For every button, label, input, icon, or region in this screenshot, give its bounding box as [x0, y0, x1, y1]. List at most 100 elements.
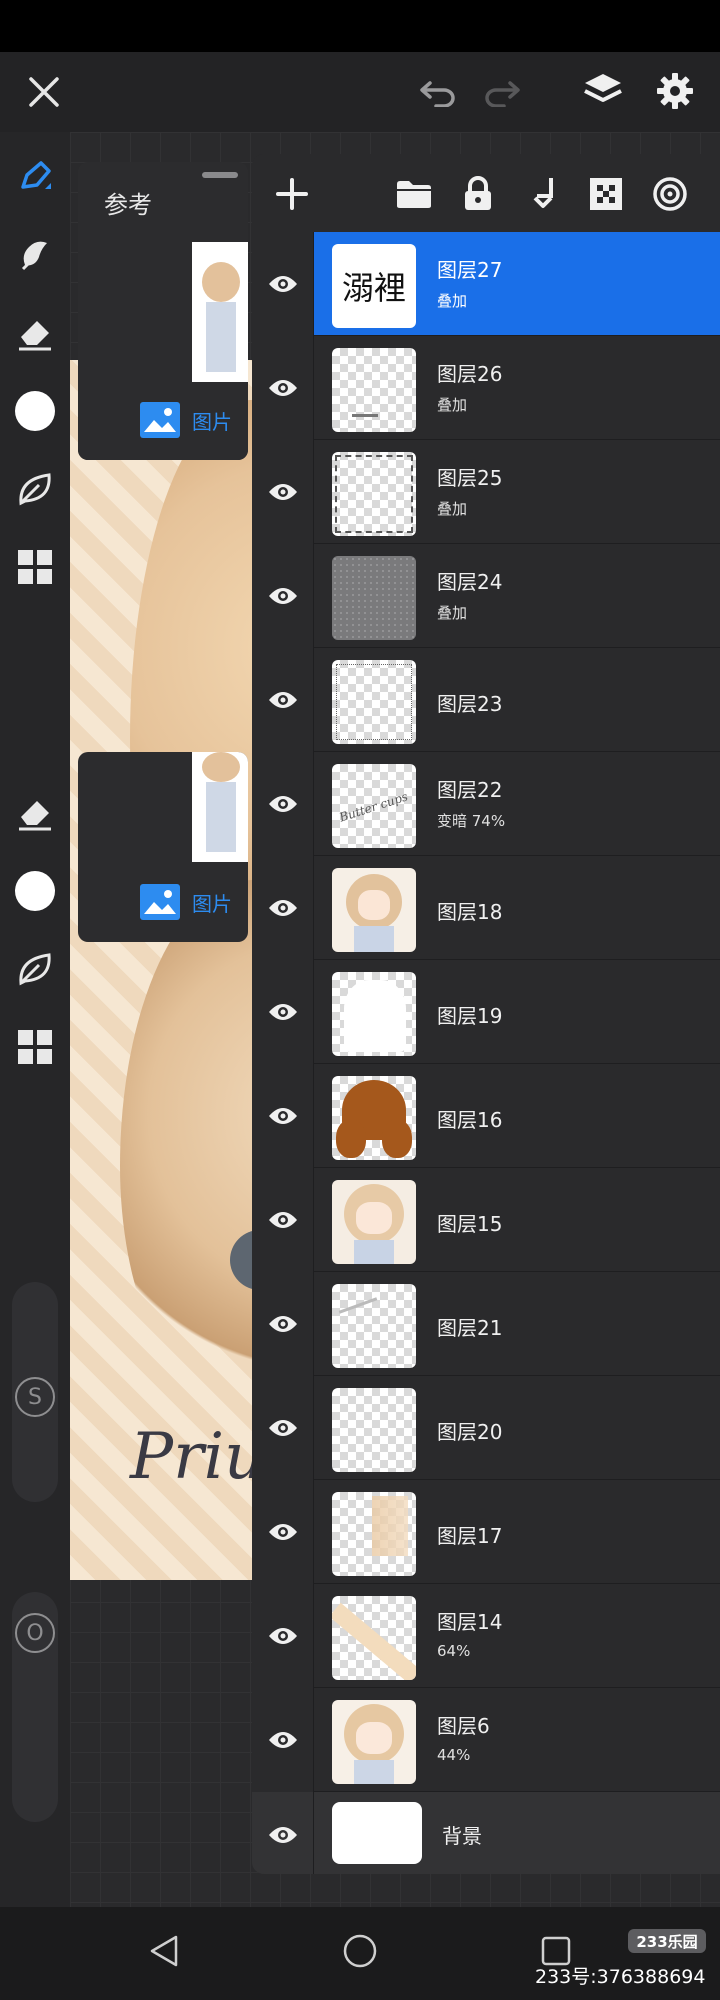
undo-icon[interactable]	[414, 68, 462, 116]
visibility-eye-icon[interactable]	[252, 856, 314, 960]
visibility-eye-icon[interactable]	[252, 1064, 314, 1168]
visibility-eye-icon[interactable]	[252, 1272, 314, 1376]
close-icon[interactable]	[20, 68, 68, 116]
reference-image-button-duplicate[interactable]: 图片	[78, 862, 248, 942]
layer-blend-mode[interactable]: 叠加	[437, 498, 467, 519]
back-triangle-icon[interactable]	[144, 1931, 184, 1971]
smudge-tool-icon[interactable]	[10, 230, 60, 280]
visibility-eye-icon[interactable]	[252, 1792, 314, 1874]
visibility-eye-icon[interactable]	[252, 232, 314, 336]
layer-blend-mode[interactable]: 变暗 74%	[437, 810, 505, 831]
visibility-eye-icon[interactable]	[252, 752, 314, 856]
layer-name: 图层25	[437, 466, 503, 490]
layer-thumbnail	[332, 1596, 416, 1680]
layer-thumbnail	[332, 1076, 416, 1160]
layer-thumbnail	[332, 1700, 416, 1784]
grid-tool-icon-duplicate[interactable]	[10, 1022, 60, 1072]
layer-row[interactable]: 溺裡 图层27 叠加	[252, 232, 720, 336]
visibility-eye-icon[interactable]	[252, 440, 314, 544]
leaf-selection-icon[interactable]	[10, 464, 60, 514]
layers-icon[interactable]	[578, 66, 628, 116]
background-color-swatch[interactable]	[332, 1802, 422, 1864]
eraser-tool-icon[interactable]	[10, 308, 60, 358]
artwork-preview: Priu	[70, 360, 260, 1580]
layer-blend-mode[interactable]: 叠加	[437, 602, 467, 623]
merge-down-icon[interactable]	[520, 172, 564, 216]
layer-name: 图层16	[437, 1108, 503, 1132]
image-icon	[140, 884, 180, 920]
visibility-eye-icon[interactable]	[252, 336, 314, 440]
reference-image-button[interactable]: 图片	[78, 380, 248, 460]
layer-name: 图层18	[437, 900, 503, 924]
layer-row[interactable]: 图层25 叠加	[252, 440, 720, 544]
grid-tool-icon[interactable]	[10, 542, 60, 592]
layer-row[interactable]: 图层19	[252, 960, 720, 1064]
layer-name: 图层22	[437, 778, 503, 802]
alpha-lock-checker-icon[interactable]	[584, 172, 628, 216]
redo-icon[interactable]	[478, 68, 526, 116]
layer-thumbnail	[332, 972, 416, 1056]
layer-row[interactable]: 图层24 叠加	[252, 544, 720, 648]
reference-panel: 参考 图片	[78, 162, 248, 460]
folder-icon[interactable]	[392, 172, 436, 216]
layer-name: 背景	[442, 1824, 482, 1848]
layer-row[interactable]: 图层26 叠加	[252, 336, 720, 440]
layer-blend-mode[interactable]: 叠加	[437, 394, 467, 415]
left-toolbar: S O	[0, 132, 70, 1907]
layer-name: 图层24	[437, 570, 503, 594]
layer-row[interactable]: 图层17	[252, 1480, 720, 1584]
settings-gear-icon[interactable]	[650, 66, 700, 116]
layer-row[interactable]: 图层23	[252, 648, 720, 752]
layer-blend-mode[interactable]: 叠加	[437, 290, 467, 311]
layer-row[interactable]: Butter cups 图层22 变暗 74%	[252, 752, 720, 856]
layer-thumbnail-text: Butter cups	[337, 789, 410, 825]
layer-name: 图层21	[437, 1316, 503, 1340]
layer-name: 图层17	[437, 1524, 503, 1548]
color-swatch-icon-duplicate[interactable]	[10, 866, 60, 916]
layer-name: 图层15	[437, 1212, 503, 1236]
layer-reference-target-icon[interactable]	[648, 172, 692, 216]
layer-row[interactable]: 图层21	[252, 1272, 720, 1376]
layer-opacity[interactable]: 44%	[437, 1746, 470, 1764]
color-swatch-icon[interactable]	[10, 386, 60, 436]
image-icon	[140, 402, 180, 438]
status-bar	[0, 0, 720, 52]
layer-thumbnail	[332, 868, 416, 952]
visibility-eye-icon[interactable]	[252, 1376, 314, 1480]
artwork-script-lettering: Priu	[130, 1420, 260, 1494]
add-layer-icon[interactable]	[270, 172, 314, 216]
layer-row[interactable]: 图层20	[252, 1376, 720, 1480]
visibility-eye-icon[interactable]	[252, 544, 314, 648]
reference-drag-handle[interactable]	[202, 172, 238, 178]
layer-row[interactable]: 图层6 44%	[252, 1688, 720, 1792]
layer-row[interactable]: 图层18	[252, 856, 720, 960]
layer-name: 图层23	[437, 692, 503, 716]
layer-row[interactable]: 图层15	[252, 1168, 720, 1272]
eraser-tool-icon-duplicate[interactable]	[10, 788, 60, 838]
layer-row[interactable]: 图层16	[252, 1064, 720, 1168]
reference-image-label-duplicate: 图片	[192, 891, 232, 916]
visibility-eye-icon[interactable]	[252, 1168, 314, 1272]
visibility-eye-icon[interactable]	[252, 960, 314, 1064]
brush-opacity-badge: O	[15, 1613, 55, 1653]
layer-opacity[interactable]: 64%	[437, 1642, 470, 1660]
layer-row-background[interactable]: 背景	[252, 1792, 720, 1874]
layer-thumbnail	[332, 348, 416, 432]
layer-row[interactable]: 图层14 64%	[252, 1584, 720, 1688]
visibility-eye-icon[interactable]	[252, 1584, 314, 1688]
visibility-eye-icon[interactable]	[252, 1688, 314, 1792]
visibility-eye-icon[interactable]	[252, 648, 314, 752]
lock-icon[interactable]	[456, 172, 500, 216]
layer-thumbnail	[332, 556, 416, 640]
reference-panel-duplicate: 图片	[78, 752, 248, 942]
layer-name: 图层26	[437, 362, 503, 386]
reference-thumbnail-duplicate	[192, 752, 248, 862]
leaf-selection-icon-duplicate[interactable]	[10, 944, 60, 994]
visibility-eye-icon[interactable]	[252, 1480, 314, 1584]
watermark-id-text: 233号:376388694	[535, 1966, 706, 1988]
layers-panel: 溺裡 图层27 叠加 图层26 叠加 图层25 叠加 图层24 叠加 图层23 …	[252, 154, 720, 1874]
home-circle-icon[interactable]	[340, 1931, 380, 1971]
brush-tool-icon[interactable]	[10, 152, 60, 202]
layer-thumbnail	[332, 452, 416, 536]
reference-image-label: 图片	[192, 409, 232, 434]
